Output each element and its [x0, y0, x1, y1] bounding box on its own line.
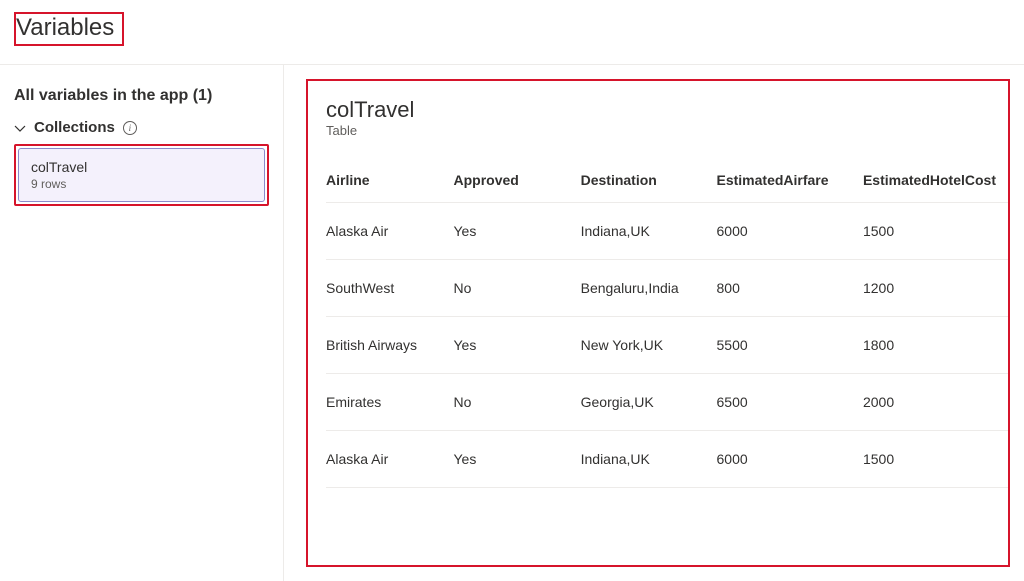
cell-hotelcost: 1800	[863, 317, 1008, 374]
sidebar: All variables in the app (1) Collections…	[0, 65, 284, 581]
table-row[interactable]: Alaska Air Yes Indiana,UK 6000 1500	[326, 203, 1008, 260]
info-icon[interactable]: i	[123, 121, 137, 135]
cell-airline: Emirates	[326, 374, 454, 431]
cell-hotelcost: 2000	[863, 374, 1008, 431]
table-row[interactable]: Emirates No Georgia,UK 6500 2000	[326, 374, 1008, 431]
cell-approved: No	[454, 260, 581, 317]
table-row[interactable]: SouthWest No Bengaluru,India 800 1200	[326, 260, 1008, 317]
content-area: All variables in the app (1) Collections…	[0, 65, 1024, 581]
cell-hotelcost: 1500	[863, 203, 1008, 260]
cell-approved: Yes	[454, 317, 581, 374]
cell-airline: Alaska Air	[326, 203, 454, 260]
cell-destination: Indiana,UK	[581, 431, 717, 488]
collection-item-highlight: colTravel 9 rows	[14, 144, 269, 206]
cell-airfare: 5500	[717, 317, 863, 374]
detail-title: colTravel	[326, 97, 1008, 123]
col-header-destination[interactable]: Destination	[581, 162, 717, 203]
page-header: Variables	[0, 0, 1024, 65]
cell-hotelcost: 1500	[863, 431, 1008, 488]
cell-airfare: 6500	[717, 374, 863, 431]
cell-airfare: 6000	[717, 203, 863, 260]
collection-item-coltravel[interactable]: colTravel 9 rows	[18, 148, 265, 202]
cell-airfare: 6000	[717, 431, 863, 488]
cell-destination: Georgia,UK	[581, 374, 717, 431]
cell-airline: British Airways	[326, 317, 454, 374]
cell-approved: Yes	[454, 431, 581, 488]
col-header-estimatedairfare[interactable]: EstimatedAirfare	[717, 162, 863, 203]
page-title: Variables	[14, 12, 124, 46]
cell-approved: No	[454, 374, 581, 431]
table-body: Alaska Air Yes Indiana,UK 6000 1500 Sout…	[326, 203, 1008, 488]
col-header-estimatedhotelcost[interactable]: EstimatedHotelCost	[863, 162, 1008, 203]
collection-name: colTravel	[31, 159, 252, 175]
detail-highlight: colTravel Table Airline Approved Destina…	[306, 79, 1010, 567]
collection-rowcount: 9 rows	[31, 177, 252, 191]
table-header-row: Airline Approved Destination EstimatedAi…	[326, 162, 1008, 203]
cell-approved: Yes	[454, 203, 581, 260]
cell-destination: Indiana,UK	[581, 203, 717, 260]
collections-toggle[interactable]: Collections i	[14, 119, 269, 136]
data-table: Airline Approved Destination EstimatedAi…	[326, 162, 1008, 488]
cell-destination: Bengaluru,India	[581, 260, 717, 317]
table-row[interactable]: British Airways Yes New York,UK 5500 180…	[326, 317, 1008, 374]
cell-destination: New York,UK	[581, 317, 717, 374]
sidebar-heading: All variables in the app (1)	[14, 87, 269, 105]
col-header-approved[interactable]: Approved	[454, 162, 581, 203]
cell-airfare: 800	[717, 260, 863, 317]
cell-hotelcost: 1200	[863, 260, 1008, 317]
col-header-airline[interactable]: Airline	[326, 162, 454, 203]
table-row[interactable]: Alaska Air Yes Indiana,UK 6000 1500	[326, 431, 1008, 488]
cell-airline: SouthWest	[326, 260, 454, 317]
chevron-down-icon	[14, 122, 26, 134]
collections-label: Collections	[34, 119, 115, 136]
cell-airline: Alaska Air	[326, 431, 454, 488]
main-panel: colTravel Table Airline Approved Destina…	[284, 65, 1024, 581]
detail-subtitle: Table	[326, 123, 1008, 138]
